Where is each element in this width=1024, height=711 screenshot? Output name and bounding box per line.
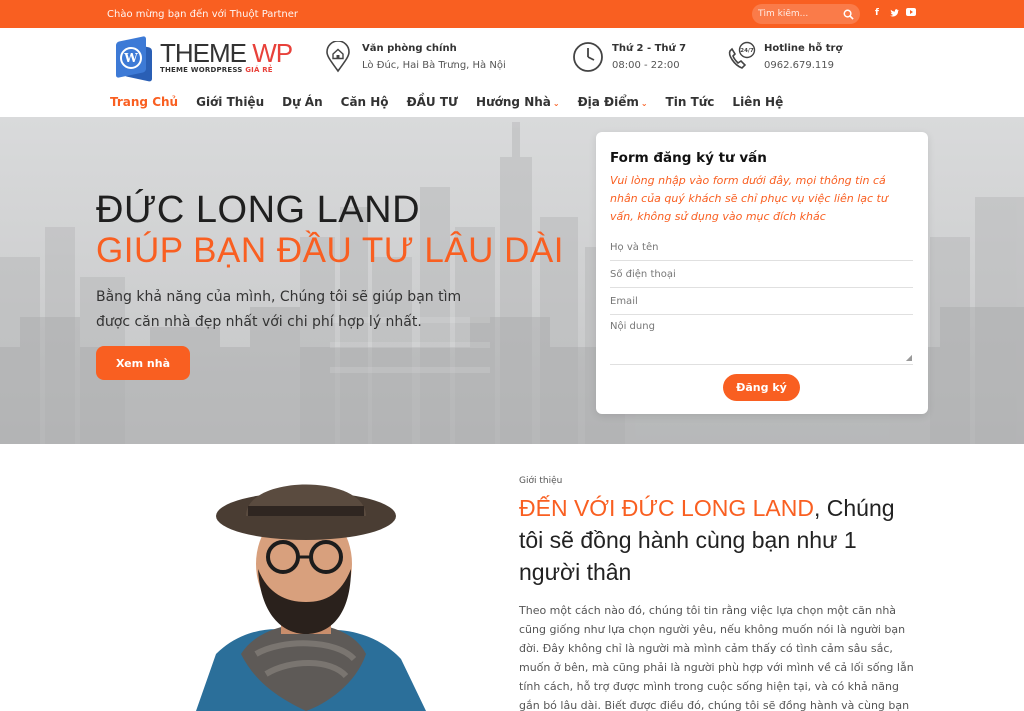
nav-item-tin-tuc[interactable]: Tin Tức — [666, 95, 715, 109]
hours-info: Thứ 2 - Thứ 7 08:00 - 22:00 — [572, 41, 724, 73]
top-bar: Chào mừng bạn đến với Thuột Partner f — [0, 0, 1024, 28]
main-nav: Trang Chủ Giới Thiệu Dự Án Căn Hộ ĐẦU TƯ… — [0, 86, 1024, 118]
resize-handle-icon[interactable]: ◢ — [906, 353, 912, 362]
nav-item-trang-chu[interactable]: Trang Chủ — [110, 95, 178, 109]
youtube-icon[interactable] — [906, 8, 916, 20]
clock-icon — [572, 41, 604, 73]
welcome-text: Chào mừng bạn đến với Thuột Partner — [107, 8, 299, 20]
hero-title: ĐỨC LONG LAND — [96, 189, 421, 231]
logo-tagline-accent: GIÁ RẺ — [245, 66, 273, 74]
site-logo[interactable]: W THEME WP THEME WORDPRESS GIÁ RẺ — [114, 35, 319, 82]
logo-cube-icon: W — [114, 35, 152, 82]
nav-item-dau-tu[interactable]: ĐẦU TƯ — [407, 95, 458, 109]
chevron-down-icon: ⌄ — [552, 99, 560, 108]
name-field[interactable] — [610, 241, 913, 253]
intro-headline: ĐẾN VỚI ĐỨC LONG LAND, Chúng tôi sẽ đồng… — [519, 492, 919, 588]
hours-title: Thứ 2 - Thứ 7 — [612, 43, 687, 54]
chevron-down-icon: ⌄ — [640, 99, 648, 108]
content-field-wrapper: ◢ — [610, 315, 913, 365]
intro-kicker: Giới thiệu — [519, 476, 563, 486]
content-field[interactable] — [610, 321, 913, 365]
name-field-wrapper — [610, 234, 913, 261]
intro-person-image — [186, 454, 436, 711]
logo-wp-text: WP — [252, 38, 293, 68]
hero-description: Bằng khả năng của mình, Chúng tôi sẽ giú… — [96, 289, 462, 330]
nav-item-gioi-thieu[interactable]: Giới Thiệu — [196, 95, 264, 109]
search-icon[interactable] — [843, 9, 854, 20]
site-header: W THEME WP THEME WORDPRESS GIÁ RẺ Văn ph… — [0, 28, 1024, 86]
office-info: Văn phòng chính Lò Đúc, Hai Bà Trưng, Hà… — [322, 41, 572, 73]
hotline-badge: 24/7 — [740, 48, 754, 54]
hotline-number[interactable]: 0962.679.119 — [764, 60, 842, 71]
logo-theme-text: THEME — [160, 38, 247, 68]
hours-value: 08:00 - 22:00 — [612, 60, 680, 71]
intro-section: Giới thiệu ĐẾN VỚI ĐỨC LONG LAND, Chúng … — [519, 476, 919, 711]
consultation-form: Form đăng ký tư vấn Vui lòng nhập vào fo… — [596, 132, 928, 414]
hotline-title: Hotline hỗ trợ — [764, 43, 843, 54]
email-field[interactable] — [610, 295, 913, 307]
view-houses-button[interactable]: Xem nhà — [96, 346, 190, 380]
intro-body: Theo một cách nào đó, chúng tôi tin rằng… — [519, 604, 914, 711]
social-links: f — [872, 8, 916, 20]
location-pin-icon — [322, 41, 354, 73]
phone-field-wrapper — [610, 261, 913, 288]
phone-24-7-icon: 24/7 — [724, 41, 756, 73]
register-button[interactable]: Đăng ký — [723, 374, 800, 401]
form-description: Vui lòng nhập vào form dưới đây, mọi thô… — [610, 174, 888, 223]
nav-item-huong-nha-label: Hướng Nhà — [476, 95, 551, 109]
nav-item-dia-diem-label: Địa Điểm — [577, 95, 639, 109]
hero-subtitle: GIÚP BẠN ĐẦU TƯ LÂU DÀI — [96, 231, 564, 270]
search-input[interactable] — [758, 9, 843, 19]
search-box[interactable] — [752, 4, 860, 24]
email-field-wrapper — [610, 288, 913, 315]
nav-item-huong-nha[interactable]: Hướng Nhà ⌄ — [476, 95, 560, 109]
nav-item-lien-he[interactable]: Liên Hệ — [732, 95, 783, 109]
nav-item-can-ho[interactable]: Căn Hộ — [341, 95, 389, 109]
nav-item-dia-diem[interactable]: Địa Điểm ⌄ — [578, 95, 648, 109]
form-title: Form đăng ký tư vấn — [610, 150, 767, 166]
office-title: Văn phòng chính — [362, 43, 457, 54]
hotline-info: 24/7 Hotline hỗ trợ 0962.679.119 — [724, 41, 874, 73]
logo-tagline: THEME WORDPRESS — [160, 66, 243, 74]
facebook-icon[interactable]: f — [872, 8, 882, 20]
twitter-icon[interactable] — [889, 8, 899, 20]
phone-field[interactable] — [610, 268, 913, 280]
intro-headline-accent: ĐẾN VỚI ĐỨC LONG LAND — [519, 495, 814, 521]
office-address: Lò Đúc, Hai Bà Trưng, Hà Nội — [362, 60, 506, 71]
nav-item-du-an[interactable]: Dự Án — [282, 95, 323, 109]
